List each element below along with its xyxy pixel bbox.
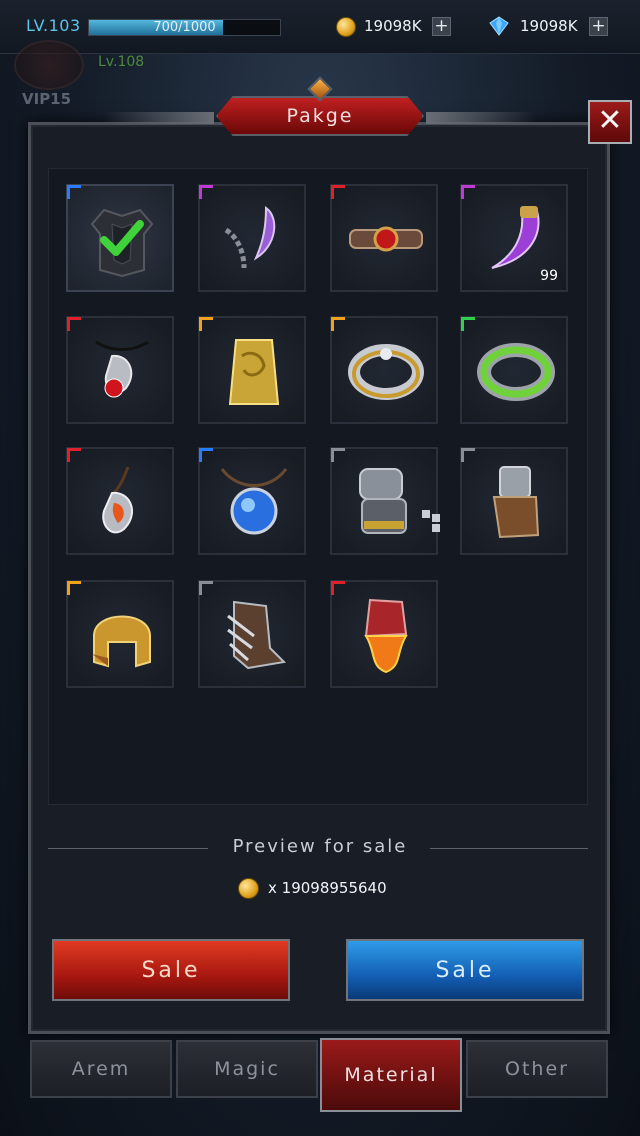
item-slot[interactable] bbox=[66, 184, 174, 292]
rarity-corner-gray bbox=[199, 581, 213, 595]
background-vip-badge: VIP15 bbox=[22, 90, 72, 108]
rarity-corner-gray bbox=[331, 448, 345, 462]
item-slot[interactable]: 99 bbox=[460, 184, 568, 292]
add-gold-button[interactable]: + bbox=[432, 17, 451, 36]
leather-gauntlet-icon bbox=[492, 466, 540, 539]
tab-other[interactable]: Other bbox=[466, 1040, 608, 1098]
item-slot[interactable] bbox=[198, 184, 306, 292]
golden-bracer-icon bbox=[228, 339, 280, 405]
item-slot[interactable] bbox=[330, 580, 438, 688]
close-button[interactable]: ✕ bbox=[588, 100, 632, 144]
sale-button-blue[interactable]: Sale bbox=[346, 939, 584, 1001]
tiles-icon bbox=[422, 510, 440, 532]
golden-helmet-icon bbox=[92, 615, 151, 668]
rarity-corner-red bbox=[331, 185, 345, 199]
background-avatar bbox=[14, 40, 84, 90]
blade-boots-icon bbox=[227, 600, 287, 670]
rarity-corner-blue bbox=[67, 185, 81, 199]
item-slot[interactable] bbox=[66, 447, 174, 555]
diamond-amount: 19098K bbox=[520, 17, 578, 35]
item-slot[interactable] bbox=[198, 580, 306, 688]
panel-title: Pakge bbox=[216, 96, 424, 136]
green-band-ring-icon bbox=[477, 343, 555, 401]
rarity-corner-purple bbox=[461, 185, 475, 199]
preview-label: Preview for sale bbox=[232, 836, 408, 857]
background-level-text: Lv.108 bbox=[98, 54, 145, 70]
item-slot[interactable] bbox=[66, 316, 174, 424]
add-diamond-button[interactable]: + bbox=[589, 17, 608, 36]
ruby-belt-icon bbox=[349, 226, 423, 252]
item-slot[interactable] bbox=[198, 447, 306, 555]
diamond-icon bbox=[489, 16, 509, 36]
rarity-corner-red bbox=[67, 317, 81, 331]
title-wing-right bbox=[426, 112, 536, 124]
blue-orb-necklace-icon bbox=[220, 468, 288, 535]
tab-material[interactable]: Material bbox=[320, 1038, 462, 1112]
rarity-corner-gold bbox=[331, 317, 345, 331]
sale-price: x 19098955640 bbox=[268, 879, 387, 897]
item-slot[interactable] bbox=[330, 316, 438, 424]
sale-button-red[interactable]: Sale bbox=[52, 939, 290, 1001]
dragon-amulet-icon bbox=[95, 340, 149, 398]
item-slot[interactable] bbox=[198, 316, 306, 424]
gold-coin-icon bbox=[336, 17, 356, 37]
xp-text: 700/1000 bbox=[153, 20, 216, 35]
fire-pendant-icon bbox=[102, 466, 133, 534]
rarity-corner-green bbox=[461, 317, 475, 331]
rarity-corner-gray bbox=[461, 448, 475, 462]
gold-amount: 19098K bbox=[364, 17, 422, 35]
flame-gauntlet-icon bbox=[364, 598, 408, 674]
checkmark-icon bbox=[100, 220, 144, 256]
player-level: LV.103 bbox=[26, 16, 81, 35]
rarity-corner-red bbox=[67, 448, 81, 462]
rarity-corner-blue bbox=[199, 448, 213, 462]
xp-bar: 700/1000 bbox=[88, 19, 281, 36]
item-slot[interactable] bbox=[330, 184, 438, 292]
rarity-corner-gold bbox=[199, 317, 213, 331]
item-slot[interactable] bbox=[460, 316, 568, 424]
rarity-corner-purple bbox=[199, 185, 213, 199]
tab-magic[interactable]: Magic bbox=[176, 1040, 318, 1098]
steel-gauntlet-icon bbox=[359, 468, 407, 534]
rarity-corner-gold bbox=[67, 581, 81, 595]
panel-title-banner: Pakge bbox=[104, 96, 536, 140]
item-slot[interactable] bbox=[330, 447, 438, 555]
item-slot[interactable] bbox=[66, 580, 174, 688]
chain-blade-icon bbox=[224, 206, 276, 269]
tab-arem[interactable]: Arem bbox=[30, 1040, 172, 1098]
silver-gold-ring-icon bbox=[348, 344, 424, 400]
item-slot[interactable] bbox=[460, 447, 568, 555]
price-coin-icon bbox=[238, 878, 259, 899]
item-count: 99 bbox=[540, 268, 558, 284]
top-status-bar: LV.103 700/1000 19098K + 19098K + bbox=[0, 0, 640, 54]
title-wing-left bbox=[104, 112, 214, 124]
rarity-corner-red bbox=[331, 581, 345, 595]
